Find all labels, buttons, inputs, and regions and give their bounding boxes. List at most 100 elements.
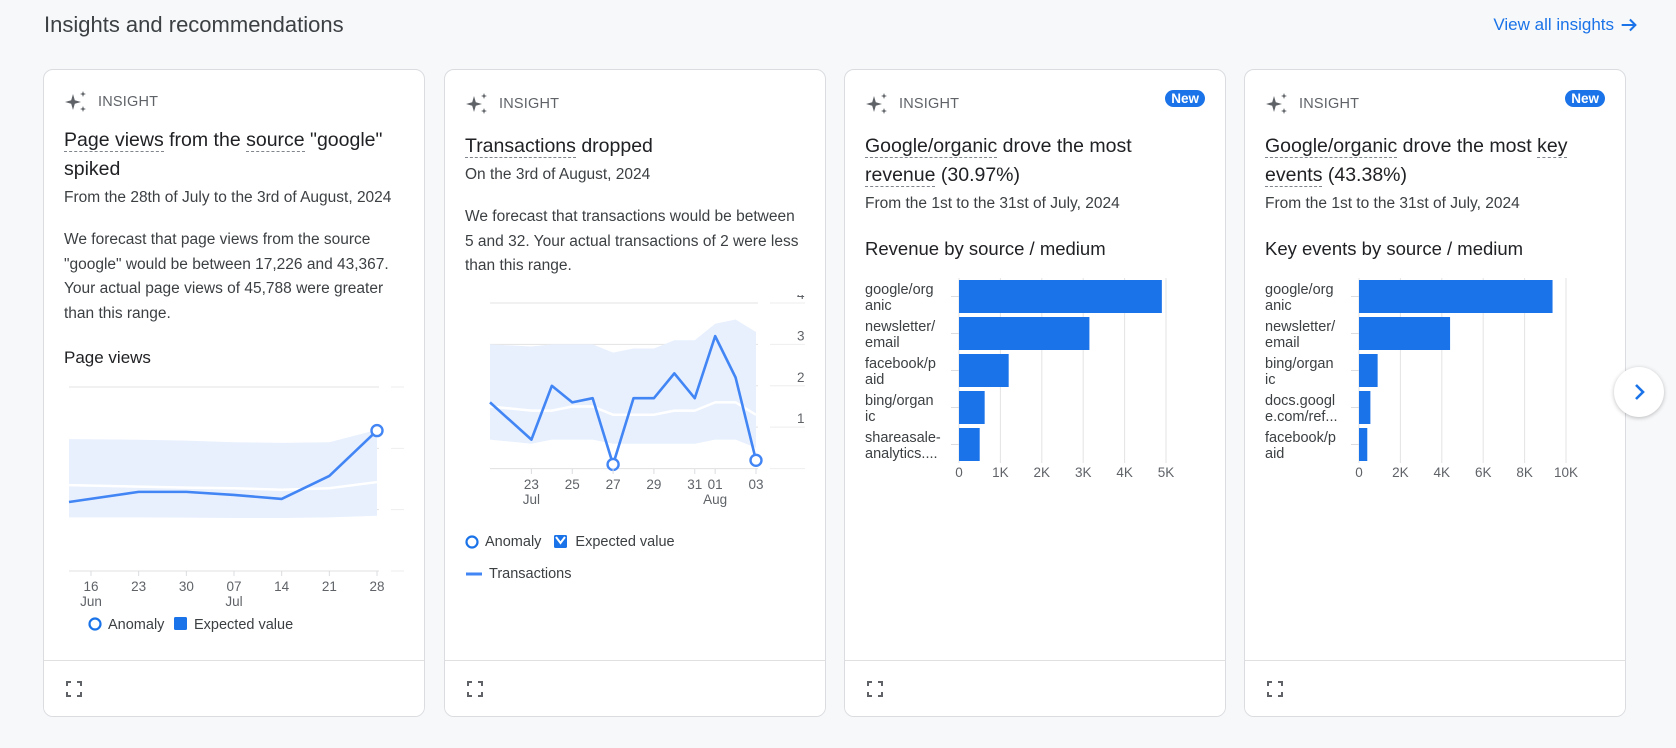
expand-icon[interactable] <box>1267 681 1283 697</box>
sparkle-icon <box>65 91 86 112</box>
x-tick-label: 5K <box>1158 465 1175 480</box>
insight-label: INSIGHT <box>899 96 960 112</box>
x-tick-label: 03 <box>748 477 763 492</box>
x-tick-label: 23 <box>524 477 539 492</box>
bar <box>959 354 1009 387</box>
category-label: facebook/p <box>865 356 936 372</box>
x-tick-label: 25 <box>565 477 580 492</box>
insight-date: From the 1st to the 31st of July, 2024 <box>1265 195 1520 212</box>
insight-card-transactions[interactable]: INSIGHT Transactions dropped On the 3rd … <box>444 69 826 717</box>
x-tick-label: 14 <box>274 579 290 594</box>
expand-icon[interactable] <box>467 681 483 697</box>
card-footer <box>44 660 424 716</box>
x-tick-label: 1K <box>992 465 1009 480</box>
x-tick-label: 3K <box>1075 465 1092 480</box>
insight-card-revenue[interactable]: INSIGHT Google/organic drove the most re… <box>844 69 1226 717</box>
category-label: docs.googl <box>1265 393 1335 409</box>
legend-anomaly: Anomaly <box>485 533 542 550</box>
expected-value-checkbox-icon[interactable] <box>553 534 569 550</box>
category-label: newsletter/ <box>865 319 936 335</box>
category-label: analytics.... <box>865 446 938 462</box>
bar <box>1359 391 1371 424</box>
metric-term[interactable]: Page views <box>64 129 164 152</box>
category-label: facebook/p <box>1265 430 1336 446</box>
x-tick-label: 23 <box>131 579 146 594</box>
x-tick-label: 07 <box>226 579 241 594</box>
expected-value-checkbox-icon <box>174 617 187 630</box>
category-label: bing/organ <box>865 393 934 409</box>
card-footer <box>445 660 825 716</box>
revenue-bar-chart: 0 1K 2K 3K 4K 5K google/organic newsletter/emai… <box>865 278 1175 480</box>
category-label: ic <box>1265 372 1275 388</box>
insight-date: From the 1st to the 31st of July, 2024 <box>865 195 1120 212</box>
new-badge: New <box>1565 90 1605 107</box>
next-insights-button[interactable] <box>1614 367 1664 417</box>
x-tick-label: 27 <box>606 477 621 492</box>
anomaly-point <box>370 423 384 438</box>
x-month-label: Jun <box>80 594 102 609</box>
y-tick-label: 20 <box>797 369 805 384</box>
anomaly-point <box>606 457 620 471</box>
insight-description: We forecast that transactions would be b… <box>465 208 799 274</box>
x-tick-label: 4K <box>1434 465 1451 480</box>
insight-label: INSIGHT <box>98 94 159 110</box>
x-tick-label: 21 <box>322 579 337 594</box>
x-tick-label: 28 <box>369 579 384 594</box>
anomaly-legend-icon <box>465 534 479 549</box>
x-month-label: Jul <box>225 594 242 609</box>
insight-date: On the 3rd of August, 2024 <box>465 166 651 183</box>
insight-title: Google/organic drove the most revenue (3… <box>865 135 1132 187</box>
x-tick-label: 2K <box>1034 465 1051 480</box>
dimension-term[interactable]: source <box>246 129 305 152</box>
x-tick-label: 0 <box>955 465 963 480</box>
category-label: newsletter/ <box>1265 319 1336 335</box>
y-tick-label: 10 <box>797 411 805 426</box>
insight-card-page-views[interactable]: INSIGHT Page views from the source "goog… <box>43 69 425 717</box>
expand-icon[interactable] <box>867 681 883 697</box>
bar <box>1359 354 1378 387</box>
view-all-insights-link[interactable]: View all insights <box>1493 14 1640 36</box>
x-month-label: Aug <box>703 492 727 507</box>
x-tick-label: 16 <box>83 579 98 594</box>
series-line-icon <box>466 572 482 575</box>
legend-anomaly: Anomaly <box>108 617 165 633</box>
x-tick-label: 31 <box>687 477 702 492</box>
view-all-label: View all insights <box>1493 15 1614 34</box>
chart-title: Revenue by source / medium <box>865 238 1106 259</box>
category-label: google/org <box>1265 282 1334 298</box>
metric-term[interactable]: Transactions <box>465 135 576 158</box>
x-tick-label: 2K <box>1392 465 1409 480</box>
anomaly-legend-icon <box>88 617 102 631</box>
sparkle-icon <box>1266 93 1287 114</box>
x-tick-label: 01 <box>708 477 723 492</box>
card-footer <box>1245 660 1625 716</box>
category-label: anic <box>1265 298 1292 314</box>
bar <box>959 428 980 461</box>
x-tick-label: 29 <box>646 477 661 492</box>
category-label: anic <box>865 298 892 314</box>
category-label: email <box>1265 335 1300 351</box>
bar <box>959 280 1162 313</box>
card-footer <box>845 660 1225 716</box>
insight-title: Transactions dropped <box>465 135 653 158</box>
insight-title: Page views from the source "google" spik… <box>64 129 383 180</box>
category-label: bing/organ <box>1265 356 1334 372</box>
category-label: aid <box>865 372 884 388</box>
legend-expected-value: Expected value <box>194 617 293 633</box>
chevron-right-icon <box>1635 384 1645 400</box>
insight-card-key-events[interactable]: INSIGHT Google/organic drove the most ke… <box>1244 69 1626 717</box>
dimension-term[interactable]: Google/organic <box>865 135 998 158</box>
insight-description: We forecast that page views from the sou… <box>64 231 389 322</box>
dimension-term[interactable]: Google/organic <box>1265 135 1398 158</box>
legend-transactions: Transactions <box>489 565 572 582</box>
category-label: email <box>865 335 900 351</box>
new-badge: New <box>1165 90 1205 107</box>
bar <box>959 391 985 424</box>
x-tick-label: 30 <box>179 579 194 594</box>
sparkle-icon <box>866 93 887 114</box>
y-tick-label: 30 <box>797 328 805 343</box>
insight-label: INSIGHT <box>1299 96 1360 112</box>
expand-icon[interactable] <box>66 681 82 697</box>
category-label: aid <box>1265 446 1284 462</box>
metric-term[interactable]: revenue <box>865 164 936 187</box>
